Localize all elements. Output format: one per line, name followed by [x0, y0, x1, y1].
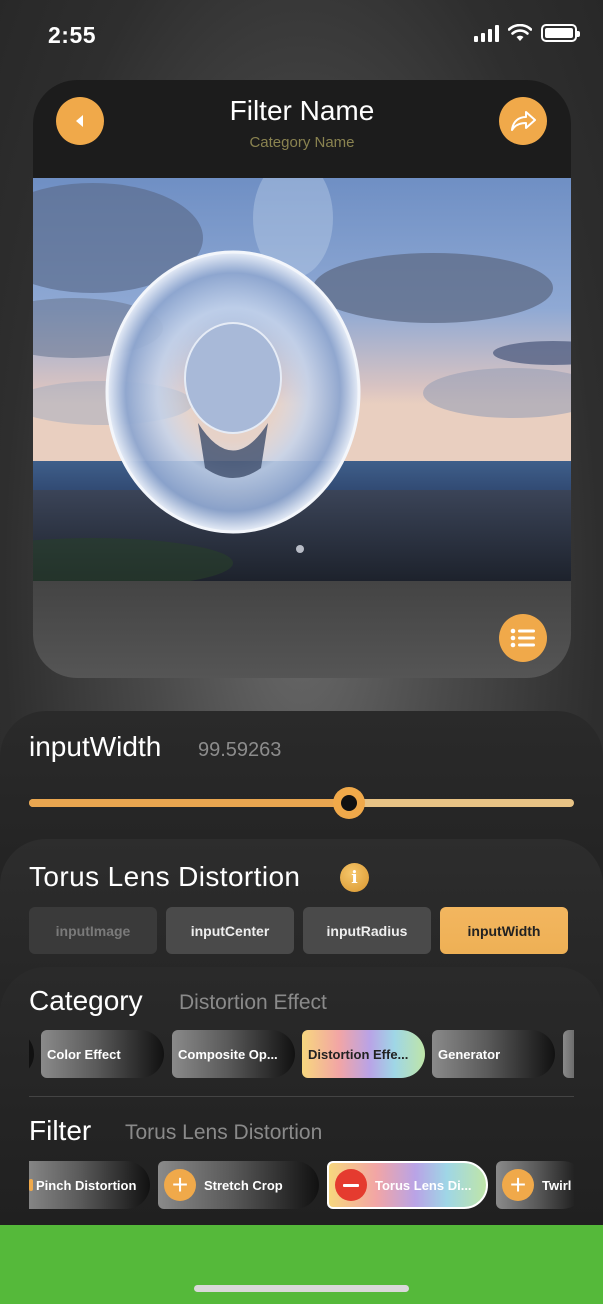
- filter-chip-pinch[interactable]: Pinch Distortion: [29, 1161, 150, 1209]
- filter-chip-row[interactable]: Pinch Distortion + Stretch Crop Torus Le…: [29, 1161, 574, 1211]
- input-tab-width[interactable]: inputWidth: [440, 907, 568, 954]
- filter-value: Torus Lens Distortion: [125, 1121, 323, 1144]
- wifi-icon: [508, 24, 532, 41]
- category-chip-row[interactable]: Color Effect Composite Op... Distortion …: [29, 1030, 574, 1080]
- category-value: Distortion Effect: [179, 991, 327, 1014]
- filter-chip-stretch-crop[interactable]: + Stretch Crop: [158, 1161, 319, 1209]
- input-tab-radius[interactable]: inputRadius: [303, 907, 431, 954]
- battery-icon: [541, 24, 580, 42]
- category-label: Category: [29, 985, 143, 1016]
- category-name-subtitle: Category Name: [249, 134, 355, 151]
- photo-canvas: [33, 178, 571, 581]
- slider-fill: [29, 799, 349, 807]
- filter-chip-label: Torus Lens Di...: [375, 1177, 472, 1193]
- filtered-photo[interactable]: [33, 178, 571, 581]
- filter-chip-torus-lens[interactable]: Torus Lens Di...: [327, 1161, 488, 1209]
- filter-name-title: Filter Name: [229, 95, 375, 126]
- share-icon: [511, 111, 536, 131]
- filter-chip-label: Pinch Distortion: [36, 1177, 137, 1193]
- section-divider: [29, 1096, 574, 1097]
- filter-title: Torus Lens Distortion: [29, 861, 301, 892]
- parameter-slider[interactable]: [29, 787, 574, 819]
- input-tab-image[interactable]: inputImage: [29, 907, 157, 954]
- info-icon[interactable]: i: [340, 863, 369, 892]
- bottom-bar: [0, 1225, 603, 1304]
- category-chip-partial-right[interactable]: [563, 1030, 574, 1078]
- status-time: 2:55: [48, 22, 97, 48]
- input-tab-center[interactable]: inputCenter: [166, 907, 294, 954]
- category-chip-generator[interactable]: Generator: [432, 1030, 555, 1078]
- filter-chip-twirl[interactable]: + Twirl: [496, 1161, 574, 1209]
- list-icon: [510, 628, 535, 648]
- status-icons: [474, 24, 580, 42]
- home-indicator[interactable]: [194, 1285, 409, 1292]
- add-icon-partial: [29, 1179, 33, 1191]
- add-icon[interactable]: +: [502, 1169, 534, 1201]
- parameter-value: 99.59263: [198, 739, 282, 761]
- category-chip-composite[interactable]: Composite Op...: [172, 1030, 295, 1078]
- category-chip-color-effect[interactable]: Color Effect: [41, 1030, 164, 1078]
- filter-chip-label: Stretch Crop: [204, 1177, 283, 1193]
- parameter-name: inputWidth: [29, 731, 162, 762]
- input-tabs: inputImage inputCenter inputRadius input…: [29, 907, 568, 954]
- share-button[interactable]: [499, 97, 547, 145]
- category-chip-distortion[interactable]: Distortion Effe...: [302, 1030, 425, 1078]
- filter-list-button[interactable]: [499, 614, 547, 662]
- add-icon[interactable]: +: [164, 1169, 196, 1201]
- remove-icon[interactable]: [335, 1169, 367, 1201]
- browser-panel: Category Distortion Effect Color Effect …: [0, 967, 603, 1227]
- category-chip-partial[interactable]: [29, 1030, 34, 1078]
- slider-thumb[interactable]: [333, 787, 365, 819]
- filter-label: Filter: [29, 1115, 92, 1146]
- signal-icon: [474, 24, 499, 42]
- filter-chip-label: Twirl: [542, 1177, 572, 1193]
- preview-card: Filter Name Category Name: [33, 80, 571, 678]
